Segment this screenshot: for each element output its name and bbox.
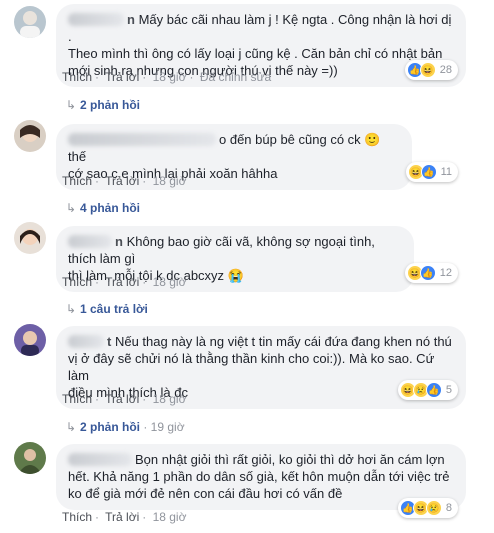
comment-actions: Thích · Trả lời · 18 giờ · Đã chỉnh sửa	[62, 70, 272, 84]
reply-arrow-icon: ↳	[66, 98, 77, 112]
like-icon: 👍	[420, 164, 437, 180]
comment-text-line: ko để già mới đẻ nên con cái đầu hơi có …	[68, 486, 343, 501]
reply-link[interactable]: Trả lời	[105, 510, 139, 524]
blurred-author-name[interactable]	[68, 235, 112, 248]
avatar[interactable]	[14, 324, 46, 356]
avatar[interactable]	[14, 222, 46, 254]
sad-icon: 😢	[425, 500, 442, 516]
replies-label[interactable]: 2 phản hồi	[80, 98, 140, 112]
like-link[interactable]: Thích	[62, 275, 92, 289]
view-replies-link[interactable]: ↳ 2 phản hồi · 19 giờ	[66, 419, 185, 435]
reply-arrow-icon: ↳	[66, 302, 77, 316]
timestamp[interactable]: 18 giờ	[153, 70, 187, 84]
replies-label[interactable]: 2 phản hồi	[80, 420, 140, 434]
like-link[interactable]: Thích	[62, 510, 92, 524]
timestamp[interactable]: 18 giờ	[153, 174, 187, 188]
avatar-image	[14, 222, 46, 254]
comment-text-line: Mấy bác cãi nhau làm j ! Kệ ngta . Công …	[68, 12, 452, 44]
reaction-count: 11	[440, 166, 452, 178]
blurred-author-name[interactable]	[68, 13, 124, 26]
like-link[interactable]: Thích	[62, 174, 92, 188]
comment-text-line: vị ở đây sẽ chửi nó là thằng thần kinh c…	[68, 351, 435, 383]
blurred-author-name[interactable]	[68, 335, 104, 348]
reaction-count: 8	[445, 502, 452, 514]
comment-text-line: hết. Khả năng 1 phần do dân số già, kết …	[68, 469, 450, 484]
reaction-summary[interactable]: 😆 😢 👍 5	[397, 380, 458, 400]
reaction-count: 12	[439, 267, 452, 279]
avatar[interactable]	[14, 442, 46, 474]
like-icon: 👍	[425, 382, 442, 398]
timestamp[interactable]: 18 giờ	[153, 392, 187, 406]
comment-actions: Thích · Trả lời · 18 giờ	[62, 275, 187, 289]
avatar[interactable]	[14, 6, 46, 38]
like-link[interactable]: Thích	[62, 70, 92, 84]
edited-label[interactable]: Đã chỉnh sửa	[200, 70, 271, 84]
avatar-image	[14, 442, 46, 474]
replies-label[interactable]: 1 câu trả lời	[80, 302, 148, 316]
timestamp[interactable]: 18 giờ	[153, 275, 187, 289]
comment-actions: Thích · Trả lời · 18 giờ	[62, 174, 187, 188]
avatar-image	[14, 324, 46, 356]
blurred-author-name[interactable]	[68, 453, 132, 466]
blurred-author-name[interactable]	[68, 133, 216, 146]
avatar-image	[14, 6, 46, 38]
reply-link[interactable]: Trả lời	[105, 70, 139, 84]
avatar[interactable]	[14, 120, 46, 152]
author-name[interactable]: n	[115, 234, 123, 249]
comment-text-line: Bọn nhật giỏi thì rất giỏi, ko giỏi thì …	[135, 452, 445, 467]
reaction-summary[interactable]: 👍 😆 28	[404, 60, 458, 80]
comment-actions: Thích · Trả lời · 18 giờ	[62, 510, 187, 524]
reply-arrow-icon: ↳	[66, 201, 77, 215]
reaction-summary[interactable]: 👍 😆 😢 8	[397, 498, 458, 518]
view-replies-link[interactable]: ↳ 4 phản hồi	[66, 200, 140, 216]
comment-text-line: Theo mình thì ông có lấy loại j cũng kệ …	[68, 46, 443, 61]
reaction-count: 5	[445, 384, 452, 396]
reply-link[interactable]: Trả lời	[105, 275, 139, 289]
reaction-summary[interactable]: 😆 👍 11	[405, 162, 458, 182]
author-name[interactable]: n	[127, 12, 135, 27]
author-name[interactable]: t	[107, 334, 111, 349]
reply-link[interactable]: Trả lời	[105, 392, 139, 406]
view-replies-link[interactable]: ↳ 2 phản hồi	[66, 97, 140, 113]
timestamp[interactable]: 18 giờ	[153, 510, 187, 524]
like-link[interactable]: Thích	[62, 392, 92, 406]
replies-timestamp[interactable]: 19 giờ	[151, 420, 185, 434]
comment-text-line: Nếu thag này là ng việt t tin mấy cái đứ…	[114, 334, 452, 349]
view-replies-link[interactable]: ↳ 1 câu trả lời	[66, 301, 148, 317]
avatar-image	[14, 120, 46, 152]
reply-link[interactable]: Trả lời	[105, 174, 139, 188]
like-icon: 👍	[419, 265, 436, 281]
comment-actions: Thích · Trả lời · 18 giờ	[62, 392, 187, 406]
reaction-summary[interactable]: 😆 👍 12	[404, 263, 458, 283]
haha-icon: 😆	[419, 62, 436, 78]
replies-label[interactable]: 4 phản hồi	[80, 201, 140, 215]
reply-arrow-icon: ↳	[66, 420, 77, 434]
reaction-count: 28	[439, 64, 452, 76]
